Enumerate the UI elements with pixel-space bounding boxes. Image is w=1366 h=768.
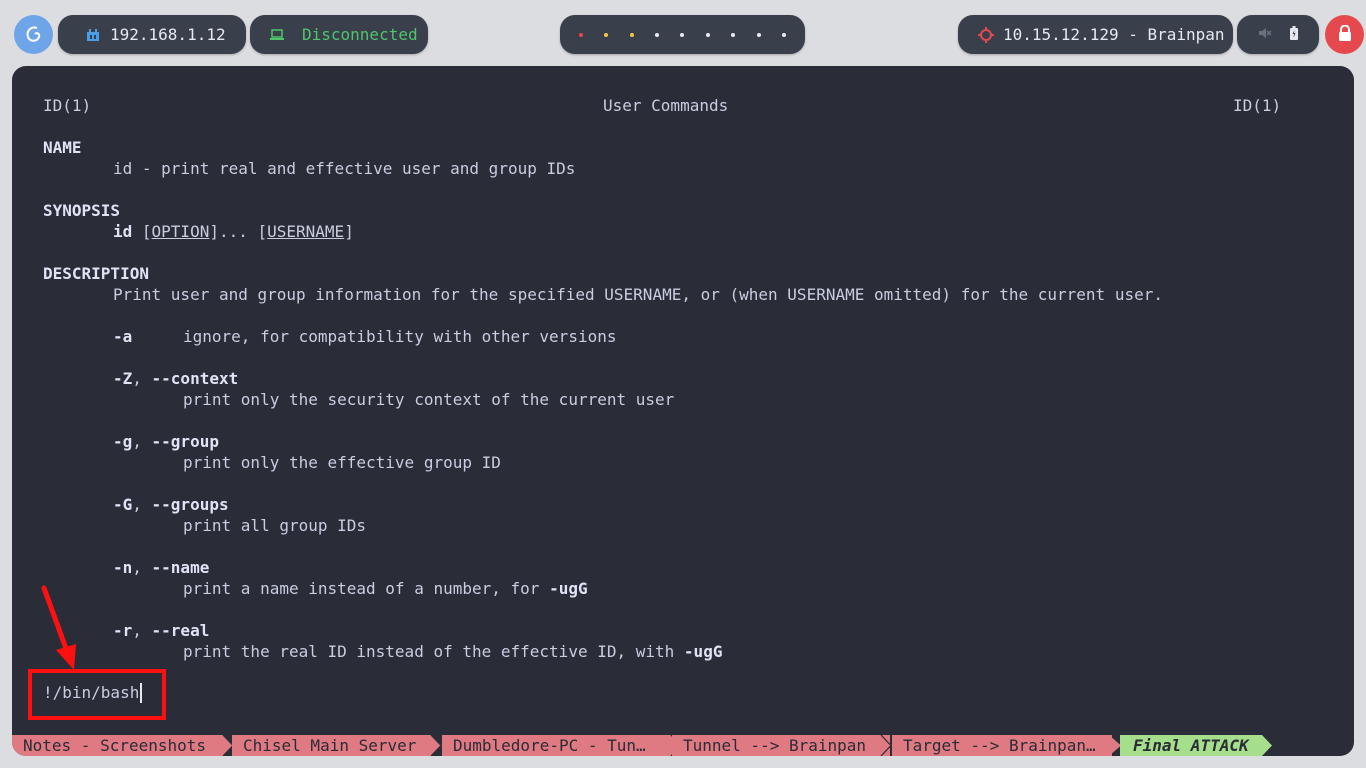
man-header-right: ID(1)	[1233, 96, 1282, 115]
workspace-dot-1[interactable]	[578, 32, 583, 37]
option-r-desc-line: print the real ID instead of the effecti…	[183, 642, 722, 662]
tab-target-brainpan[interactable]: Target --> Brainpan…	[892, 735, 1112, 756]
option-G-short: -G	[113, 495, 133, 514]
option-z-flags: -Z, --context	[113, 369, 239, 388]
tab-active-end-icon	[1262, 735, 1272, 756]
name-text: id - print real and effective user and g…	[113, 159, 576, 178]
workspace-dot-3[interactable]	[629, 32, 634, 37]
lock-screen-button[interactable]	[1325, 15, 1364, 54]
target-text: 10.15.12.129 - Brainpan	[1003, 25, 1225, 44]
option-n-desc: print a name instead of a number, for	[183, 579, 540, 598]
debian-logo-icon[interactable]	[14, 15, 53, 54]
target-widget[interactable]: 10.15.12.129 - Brainpan	[958, 15, 1233, 54]
network-icon	[86, 28, 100, 42]
tab-dumbledore-pc[interactable]: Dumbledore-PC - Tun…	[442, 735, 672, 756]
terminal-tab-bar: Notes - Screenshots Chisel Main Server D…	[12, 735, 1354, 756]
man-header-left: ID(1)	[43, 96, 92, 115]
synopsis-option: OPTION	[151, 222, 210, 241]
workspace-dot-9[interactable]	[782, 32, 787, 37]
tab-label: Dumbledore-PC - Tun…	[453, 736, 646, 755]
tab-final-attack[interactable]: Final ATTACK	[1120, 735, 1262, 756]
option-a-desc: ignore, for compatibility with other ver…	[183, 327, 617, 346]
tab-chisel-main-server[interactable]: Chisel Main Server	[232, 735, 432, 756]
crosshair-icon	[978, 26, 994, 43]
option-n-desc-line: print a name instead of a number, for -u…	[183, 579, 588, 599]
option-g-desc: print only the effective group ID	[183, 453, 501, 472]
terminal-window[interactable]: ID(1) User Commands ID(1) NAME id - prin…	[12, 66, 1354, 756]
vpn-status-widget[interactable]: Disconnected	[250, 15, 428, 54]
battery-icon[interactable]	[1290, 25, 1298, 44]
workspace-dot-2[interactable]	[604, 32, 609, 37]
tab-label: Notes - Screenshots	[23, 736, 207, 755]
option-a-flag: -a	[113, 327, 133, 346]
workspace-indicator[interactable]	[560, 15, 805, 54]
option-g-long: --group	[151, 432, 219, 451]
man-header-center: User Commands	[603, 96, 729, 115]
synopsis-username: USERNAME	[267, 222, 345, 241]
option-n-short: -n	[113, 558, 133, 577]
lock-icon	[1338, 24, 1352, 45]
tab-separator-icon	[430, 735, 442, 756]
description-text: Print user and group information for the…	[113, 285, 1163, 304]
tab-label: Target --> Brainpan…	[903, 736, 1096, 755]
option-z-long: --context	[151, 369, 239, 388]
option-n-desc-flag: -ugG	[549, 579, 588, 598]
option-r-desc: print the real ID instead of the effecti…	[183, 642, 675, 661]
laptop-icon	[270, 28, 284, 41]
synopsis-line: id [OPTION]... [USERNAME]	[113, 222, 354, 241]
annotation-highlight-box	[28, 669, 166, 720]
option-G-desc: print all group IDs	[183, 516, 367, 535]
section-description-heading: DESCRIPTION	[43, 264, 149, 283]
option-g-flags: -g, --group	[113, 432, 219, 451]
option-z-desc: print only the security context of the c…	[183, 390, 675, 409]
system-tray[interactable]	[1237, 15, 1319, 54]
tab-label: Tunnel --> Brainpan	[683, 736, 867, 755]
workspace-dot-7[interactable]	[731, 32, 736, 37]
option-r-desc-flag: -ugG	[683, 642, 723, 661]
workspace-dot-6[interactable]	[705, 32, 710, 37]
ip-address-widget[interactable]: 192.168.1.12	[58, 15, 246, 54]
tab-tunnel-brainpan[interactable]: Tunnel --> Brainpan	[672, 735, 890, 756]
option-z-short: -Z	[113, 369, 133, 388]
ip-address-text: 192.168.1.12	[110, 25, 226, 44]
vpn-status-text: Disconnected	[302, 25, 418, 44]
tab-separator-icon	[880, 735, 892, 756]
option-G-flags: -G, --groups	[113, 495, 229, 514]
option-g-short: -g	[113, 432, 133, 451]
tab-notes-screenshots[interactable]: Notes - Screenshots	[12, 735, 224, 756]
section-name-heading: NAME	[43, 138, 82, 157]
option-n-long: --name	[151, 558, 210, 577]
workspace-dot-5[interactable]	[680, 32, 685, 37]
option-n-flags: -n, --name	[113, 558, 210, 577]
workspace-dot-4[interactable]	[655, 32, 660, 37]
section-synopsis-heading: SYNOPSIS	[43, 201, 121, 220]
option-r-long: --real	[151, 621, 210, 640]
volume-muted-icon[interactable]	[1258, 25, 1272, 44]
annotation-arrow-icon	[41, 585, 76, 670]
workspace-dot-8[interactable]	[756, 32, 761, 37]
option-r-flags: -r, --real	[113, 621, 210, 640]
option-G-long: --groups	[151, 495, 229, 514]
tab-label: Final ATTACK	[1133, 736, 1249, 755]
option-r-short: -r	[113, 621, 133, 640]
tab-label: Chisel Main Server	[243, 736, 417, 755]
synopsis-cmd: id	[113, 222, 133, 241]
